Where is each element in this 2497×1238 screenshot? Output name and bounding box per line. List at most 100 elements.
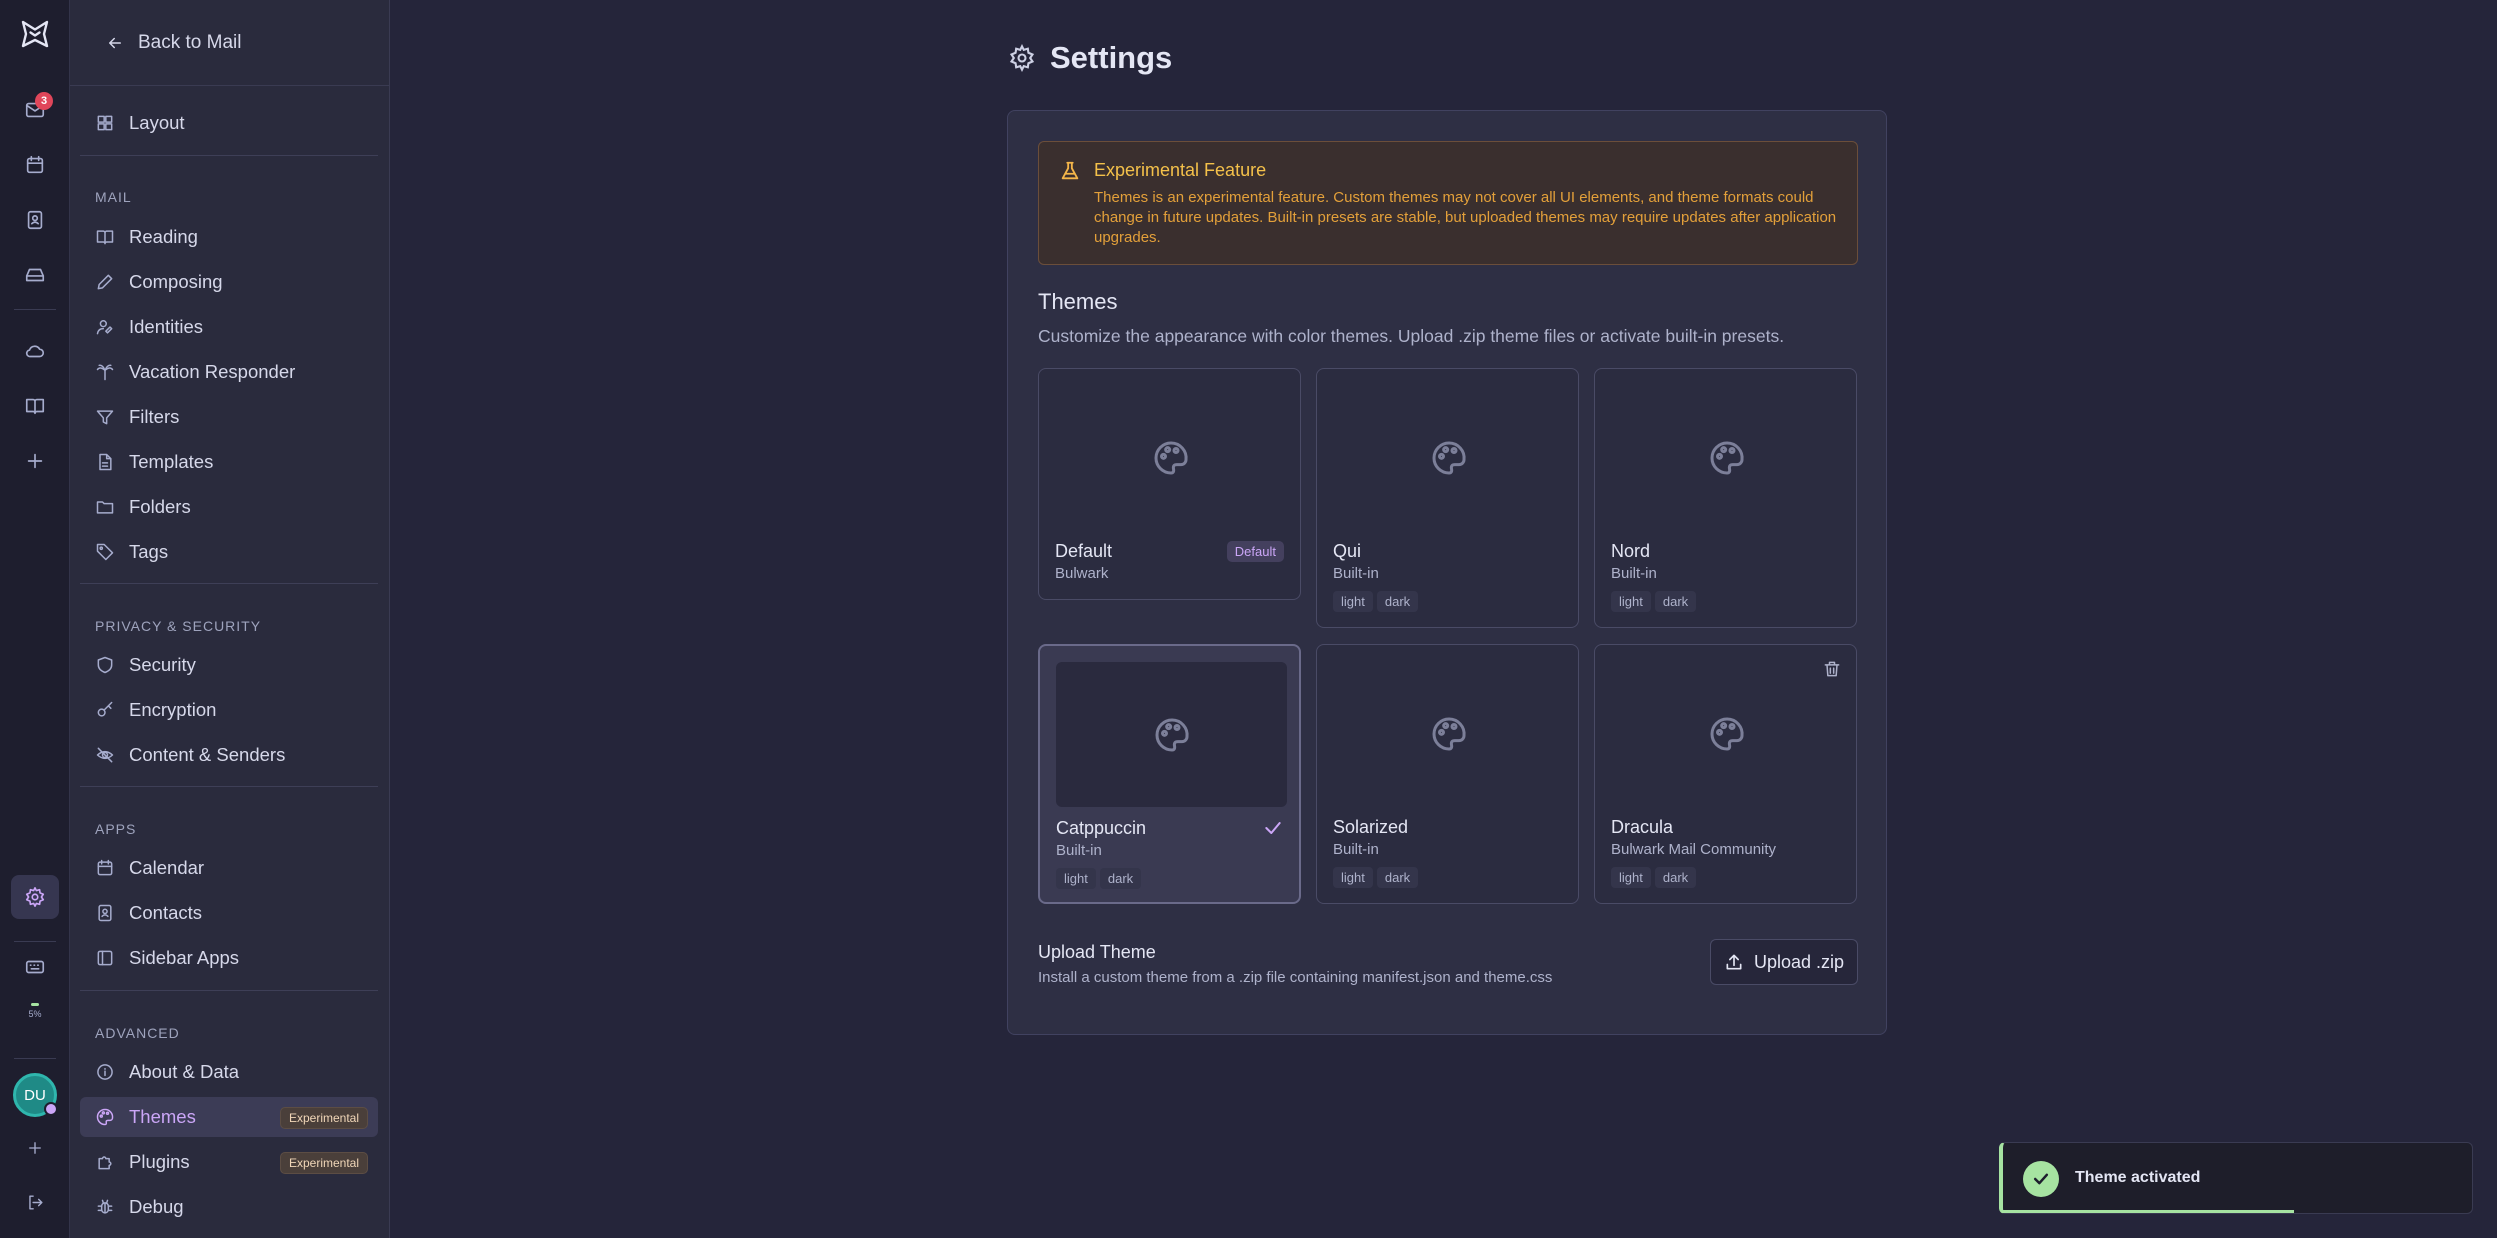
keyboard-shortcuts-button[interactable] [11, 945, 59, 989]
theme-author: Built-in [1611, 565, 1657, 582]
sidebar-item-label: Layout [129, 112, 185, 133]
calendar-nav-button[interactable] [11, 143, 59, 187]
contacts-icon [27, 210, 43, 230]
sidebar-item-label: Calendar [129, 857, 205, 878]
icon-rail: 3 5% DU [0, 0, 70, 1238]
toast-message: Theme activated [2075, 1169, 2201, 1186]
theme-author: Bulwark [1055, 565, 1109, 582]
storage-bar [31, 1003, 39, 1006]
section-header-advanced: ADVANCED [95, 1025, 180, 1041]
sidebar-item-identities[interactable]: Identities [80, 307, 378, 347]
sidebar-item-calendar[interactable]: Calendar [80, 848, 378, 888]
settings-sidebar: Back to Mail Layout MAIL Reading Composi… [70, 0, 390, 1238]
plus-icon [29, 1142, 41, 1154]
default-badge: Default [1226, 541, 1284, 562]
theme-name: Default [1055, 541, 1113, 561]
sidebar-item-vacation-responder[interactable]: Vacation Responder [80, 352, 378, 392]
drive-icon [25, 268, 45, 282]
theme-author: Built-in [1333, 841, 1379, 858]
sidebar-item-layout[interactable]: Layout [80, 103, 378, 143]
settings-nav-button[interactable] [11, 875, 59, 919]
theme-card-nord[interactable]: Nord Built-in light dark [1594, 368, 1857, 628]
theme-author: Built-in [1333, 565, 1379, 582]
success-icon [2023, 1161, 2059, 1197]
section-header-mail: MAIL [95, 189, 132, 205]
contacts-icon [98, 904, 112, 922]
sidebar-item-folders[interactable]: Folders [80, 487, 378, 527]
add-app-button[interactable] [11, 439, 59, 483]
theme-tags: light dark [1611, 591, 1697, 612]
experimental-badge: Experimental [279, 1152, 368, 1174]
experimental-badge: Experimental [279, 1107, 368, 1129]
plus-icon [27, 453, 43, 469]
palette-icon [1710, 440, 1744, 475]
theme-card-default[interactable]: Default Bulwark Default [1038, 368, 1301, 600]
sidebar-item-label: Contacts [129, 902, 203, 923]
theme-card-dracula[interactable]: Dracula Bulwark Mail Community light dar… [1594, 644, 1857, 904]
gear-icon [1009, 44, 1035, 72]
back-to-mail-link[interactable]: Back to Mail [70, 0, 389, 86]
theme-tags: light dark [1056, 868, 1142, 889]
sidebar-item-security[interactable]: Security [80, 645, 378, 685]
sidebar-item-filters[interactable]: Filters [80, 397, 378, 437]
palm-tree-icon [96, 364, 114, 381]
drive-nav-button[interactable] [11, 253, 59, 297]
avatar-initials: DU [24, 1086, 46, 1104]
sidebar-item-label: Identities [129, 316, 204, 337]
sidebar-item-label: Folders [129, 496, 191, 517]
theme-tag: dark [1654, 867, 1697, 888]
sidebar-divider [80, 990, 378, 991]
upload-zip-button[interactable]: Upload .zip [1710, 939, 1858, 985]
sidebar-item-label: Vacation Responder [129, 361, 296, 382]
sidebar-item-contacts[interactable]: Contacts [80, 893, 378, 933]
sidebar-item-tags[interactable]: Tags [80, 532, 378, 572]
cloud-nav-button[interactable] [11, 329, 59, 373]
page-title: Settings [1050, 40, 1173, 75]
sidebar-item-debug[interactable]: Debug [80, 1187, 378, 1227]
sidebar-item-label: Content & Senders [129, 744, 286, 765]
docs-nav-button[interactable] [11, 384, 59, 428]
theme-tag: dark [1099, 868, 1142, 889]
theme-card-solarized[interactable]: Solarized Built-in light dark [1316, 644, 1579, 904]
sidebar-item-plugins[interactable]: Plugins Experimental [80, 1142, 378, 1182]
theme-tags: light dark [1333, 867, 1419, 888]
upload-button-label: Upload .zip [1753, 951, 1845, 972]
add-account-button[interactable] [11, 1126, 59, 1170]
sidebar-item-label: Tags [129, 541, 169, 562]
sidebar-item-themes[interactable]: Themes Experimental [80, 1097, 378, 1137]
sidebar-divider [80, 786, 378, 787]
sidebar-item-label: About & Data [129, 1061, 240, 1082]
sidebar-item-label: Sidebar Apps [129, 947, 240, 968]
back-label: Back to Mail [138, 31, 242, 53]
upload-theme-subtitle: Install a custom theme from a .zip file … [1038, 969, 1553, 986]
theme-tag: dark [1654, 591, 1697, 612]
puzzle-icon [98, 1156, 112, 1170]
palette-icon [1432, 716, 1466, 751]
sidebar-item-reading[interactable]: Reading [80, 217, 378, 257]
sidebar-item-label: Encryption [129, 699, 217, 720]
arrow-left-icon [109, 37, 121, 48]
sidebar-item-sidebar-apps[interactable]: Sidebar Apps [80, 938, 378, 978]
sidebar-item-content-senders[interactable]: Content & Senders [80, 735, 378, 775]
logout-button[interactable] [11, 1180, 59, 1224]
sidebar-item-templates[interactable]: Templates [80, 442, 378, 482]
contacts-nav-button[interactable] [11, 198, 59, 242]
sidebar-item-encryption[interactable]: Encryption [80, 690, 378, 730]
theme-tag: dark [1376, 867, 1419, 888]
themes-panel: Experimental Feature Themes is an experi… [1007, 110, 1887, 1035]
theme-card-catppuccin[interactable]: Catppuccin Built-in light dark [1038, 644, 1301, 904]
theme-card-qui[interactable]: Qui Built-in light dark [1316, 368, 1579, 628]
key-icon [97, 701, 113, 717]
mail-nav-button[interactable]: 3 [11, 88, 59, 132]
folder-icon [96, 501, 114, 514]
sidebar-item-composing[interactable]: Composing [80, 262, 378, 302]
avatar[interactable]: DU [13, 1073, 58, 1117]
toast-notification[interactable]: Theme activated [1999, 1142, 2473, 1214]
app-logo-icon[interactable] [11, 12, 59, 56]
theme-tags: light dark [1611, 867, 1697, 888]
theme-preview [1333, 385, 1564, 530]
logout-icon [28, 1194, 43, 1210]
sidebar-item-label: Debug [129, 1196, 184, 1217]
theme-preview [1056, 662, 1287, 807]
sidebar-item-about-data[interactable]: About & Data [80, 1052, 378, 1092]
